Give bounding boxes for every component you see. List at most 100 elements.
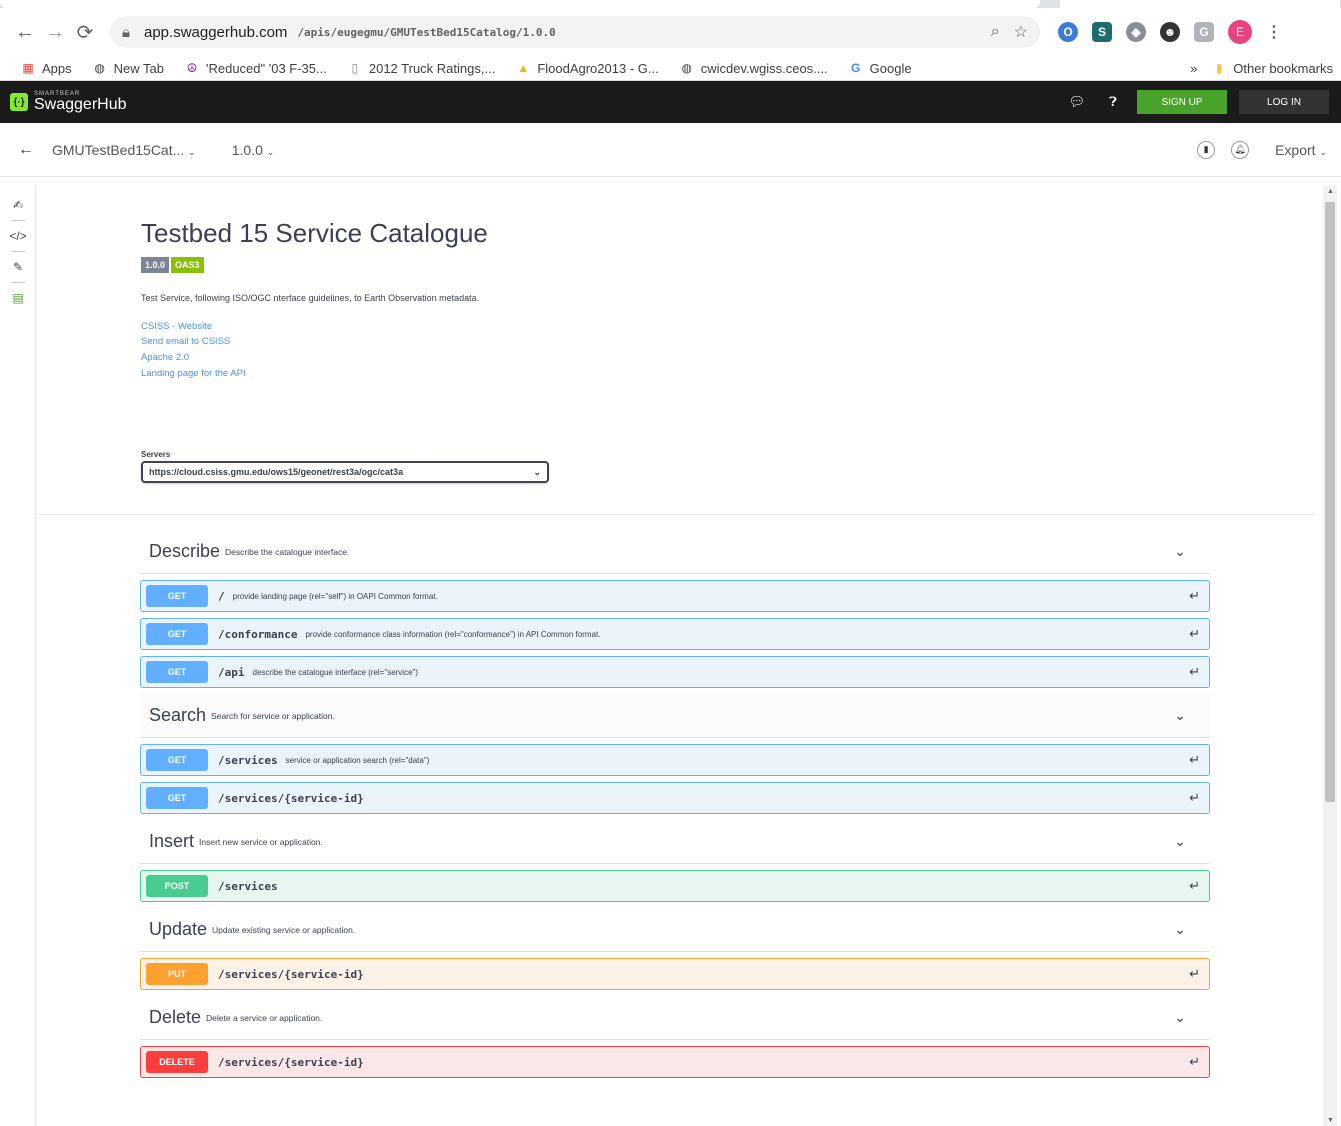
website-link[interactable]: CSISS - Website — [141, 319, 1201, 334]
version-dropdown[interactable]: 1.0.0 ⌄ — [232, 142, 275, 158]
api-name-dropdown[interactable]: GMUTestBed15Cat... ⌄ — [52, 142, 196, 158]
scroll-down-icon[interactable]: ▼ — [1327, 1117, 1334, 1124]
operation-get-conformance[interactable]: GET /conformance provide conformance cla… — [140, 618, 1210, 650]
enter-icon: ↵ — [1189, 752, 1200, 767]
swaggerhub-logo[interactable]: SMARTBEAR SwaggerHub — [34, 91, 127, 113]
servers-section: Servers https://cloud.csiss.gmu.edu/ows1… — [141, 450, 549, 483]
license-link[interactable]: Apache 2.0 — [141, 350, 1201, 365]
method-badge: GET — [146, 787, 208, 809]
tag-insert[interactable]: Insert Insert new service or application… — [140, 820, 1210, 864]
operation-get-api[interactable]: GET /api describe the catalogue interfac… — [140, 656, 1210, 688]
bookmark-truck-ratings[interactable]: ▯ 2012 Truck Ratings,... — [347, 60, 496, 76]
browser-toolbar: ← → ⟳ 🔒︎ app.swaggerhub.com/apis/eugegmu… — [0, 8, 1341, 56]
tag-name: Update — [149, 919, 208, 939]
operation-get-services[interactable]: GET /services service or application sea… — [140, 744, 1210, 776]
tag-describe[interactable]: Describe Describe the catalogue interfac… — [140, 530, 1210, 574]
chevron-down-icon: ⌄ — [188, 146, 196, 157]
code-icon[interactable]: </> — [0, 223, 36, 249]
api-title: Testbed 15 Service Catalogue — [141, 218, 488, 248]
help-icon[interactable]: ❓︎ — [1109, 94, 1117, 110]
operations: Describe Describe the catalogue interfac… — [140, 530, 1210, 1078]
chevron-down-icon[interactable]: ⌄ — [1174, 1009, 1186, 1026]
method-badge: DELETE — [146, 1051, 208, 1073]
bookmark-label: FloodAgro2013 - G... — [537, 60, 659, 76]
bookmark-floodagro[interactable]: ▲ FloodAgro2013 - G... — [515, 60, 658, 76]
bookmark-label: Apps — [42, 60, 72, 76]
tag-delete[interactable]: Delete Delete a service or application. … — [140, 996, 1210, 1040]
star-icon[interactable]: ☆ — [1014, 22, 1028, 42]
browser-tab-strip — [0, 0, 1341, 8]
menu-kebab-icon[interactable]: ⋮ — [1266, 22, 1282, 42]
url-path: /apis/eugegmu/GMUTestBed15Catalog/1.0.0 — [297, 25, 556, 39]
chevron-down-icon[interactable]: ⌄ — [1174, 833, 1186, 850]
sign-up-button[interactable]: SIGN UP — [1137, 90, 1227, 114]
other-bookmarks[interactable]: ▮ Other bookmarks — [1211, 60, 1333, 76]
inactive-tab[interactable] — [1060, 0, 1340, 8]
operation-path: /services/{service-id} — [218, 1055, 364, 1069]
operation-summary: service or application search (rel="data… — [285, 755, 430, 765]
tag-description: Describe the catalogue interface. — [225, 546, 350, 557]
extension-s-icon[interactable]: S — [1092, 22, 1112, 42]
operation-delete-service[interactable]: DELETE /services/{service-id} ↵ — [140, 1046, 1210, 1078]
enter-icon: ↵ — [1189, 1054, 1200, 1069]
scrollbar[interactable]: ▲ ▼ — [1323, 186, 1337, 1126]
chevron-down-icon[interactable]: ⌄ — [1174, 543, 1186, 560]
folder-icon: ▮ — [1215, 61, 1223, 75]
version-badge: 1.0.0 — [141, 257, 170, 273]
servers-label: Servers — [141, 450, 171, 459]
method-badge: GET — [146, 585, 208, 607]
extension-g-icon[interactable]: G — [1194, 22, 1214, 42]
back-arrow-icon[interactable]: ← — [18, 141, 34, 159]
method-badge: GET — [146, 749, 208, 771]
operation-get-service-by-id[interactable]: GET /services/{service-id} ↵ — [140, 782, 1210, 814]
editor-view-icon[interactable]: ✍︎ — [0, 192, 36, 218]
active-tab[interactable] — [0, 0, 1040, 8]
section-divider — [36, 514, 1315, 515]
bell-icon[interactable]: 🔔︎ — [1231, 140, 1250, 159]
version-label: 1.0.0 — [231, 141, 263, 158]
bookmark-google[interactable]: G Google — [848, 60, 912, 76]
tag-name: Delete — [149, 1007, 202, 1027]
swaggerhub-logo-icon[interactable]: {·} — [10, 93, 28, 111]
bookmark-label: 2012 Truck Ratings,... — [368, 60, 496, 76]
log-in-button[interactable]: LOG IN — [1239, 90, 1329, 114]
tag-search[interactable]: Search Search for service or application… — [140, 694, 1210, 738]
bookmark-reduced[interactable]: ☮ 'Reduced" '03 F-35... — [184, 60, 327, 76]
server-select[interactable]: https://cloud.csiss.gmu.edu/ows15/geonet… — [141, 461, 549, 483]
back-arrow-icon[interactable]: ← — [10, 17, 40, 47]
profile-avatar[interactable]: E — [1228, 20, 1252, 44]
globe-icon: ◍ — [94, 61, 105, 75]
bookmark-apps[interactable]: ▦ Apps — [20, 60, 72, 76]
tag-description: Search for service or application. — [211, 710, 335, 721]
chat-icon[interactable]: 💬︎ — [1069, 94, 1086, 110]
chevron-down-icon[interactable]: ⌄ — [1174, 707, 1186, 724]
address-bar[interactable]: 🔒︎ app.swaggerhub.com/apis/eugegmu/GMUTe… — [110, 16, 1040, 48]
bookmarks-bar: ▦ Apps ◍ New Tab ☮ 'Reduced" '03 F-35... ▯ 2… — [0, 56, 1341, 81]
server-selected-value: https://cloud.csiss.gmu.edu/ows15/geonet… — [149, 467, 404, 477]
rail-divider — [10, 251, 25, 252]
operation-post-services[interactable]: POST /services ↵ — [140, 870, 1210, 902]
bookmark-new-tab[interactable]: ◍ New Tab — [92, 60, 164, 76]
zoom-icon[interactable]: ⌕ — [991, 23, 1000, 41]
export-dropdown[interactable]: Export ⌄ — [1275, 142, 1327, 158]
chevron-down-icon[interactable]: ⌄ — [1174, 921, 1186, 938]
extension-opera-icon[interactable]: O — [1058, 22, 1078, 42]
enter-icon: ↵ — [1189, 878, 1200, 893]
tag-update[interactable]: Update Update existing service or applic… — [140, 908, 1210, 952]
extension-ghostery-icon[interactable]: ☻ — [1160, 22, 1180, 42]
edit-icon[interactable]: ✎ — [0, 254, 36, 280]
forward-arrow-icon[interactable]: → — [40, 17, 70, 47]
scroll-thumb[interactable] — [1325, 202, 1335, 802]
operation-get-root[interactable]: GET / provide landing page (rel="self") … — [140, 580, 1210, 612]
email-link[interactable]: Send email to CSISS — [141, 334, 1201, 349]
bookmark-cwicdev[interactable]: ◍ cwicdev.wgiss.ceos.... — [679, 60, 827, 76]
document-icon[interactable]: ▮ — [1197, 140, 1216, 159]
operation-put-service[interactable]: PUT /services/{service-id} ↵ — [140, 958, 1210, 990]
bookmarks-overflow-button[interactable]: » — [1190, 61, 1197, 76]
reload-icon[interactable]: ⟳ — [70, 17, 100, 47]
info-links: CSISS - Website Send email to CSISS Apac… — [141, 319, 1201, 381]
documentation-icon[interactable]: ▤ — [0, 285, 36, 311]
landing-page-link[interactable]: Landing page for the API — [141, 366, 1201, 381]
scroll-up-icon[interactable]: ▲ — [1327, 188, 1334, 195]
extension-shield-icon[interactable]: ◈ — [1126, 22, 1146, 42]
